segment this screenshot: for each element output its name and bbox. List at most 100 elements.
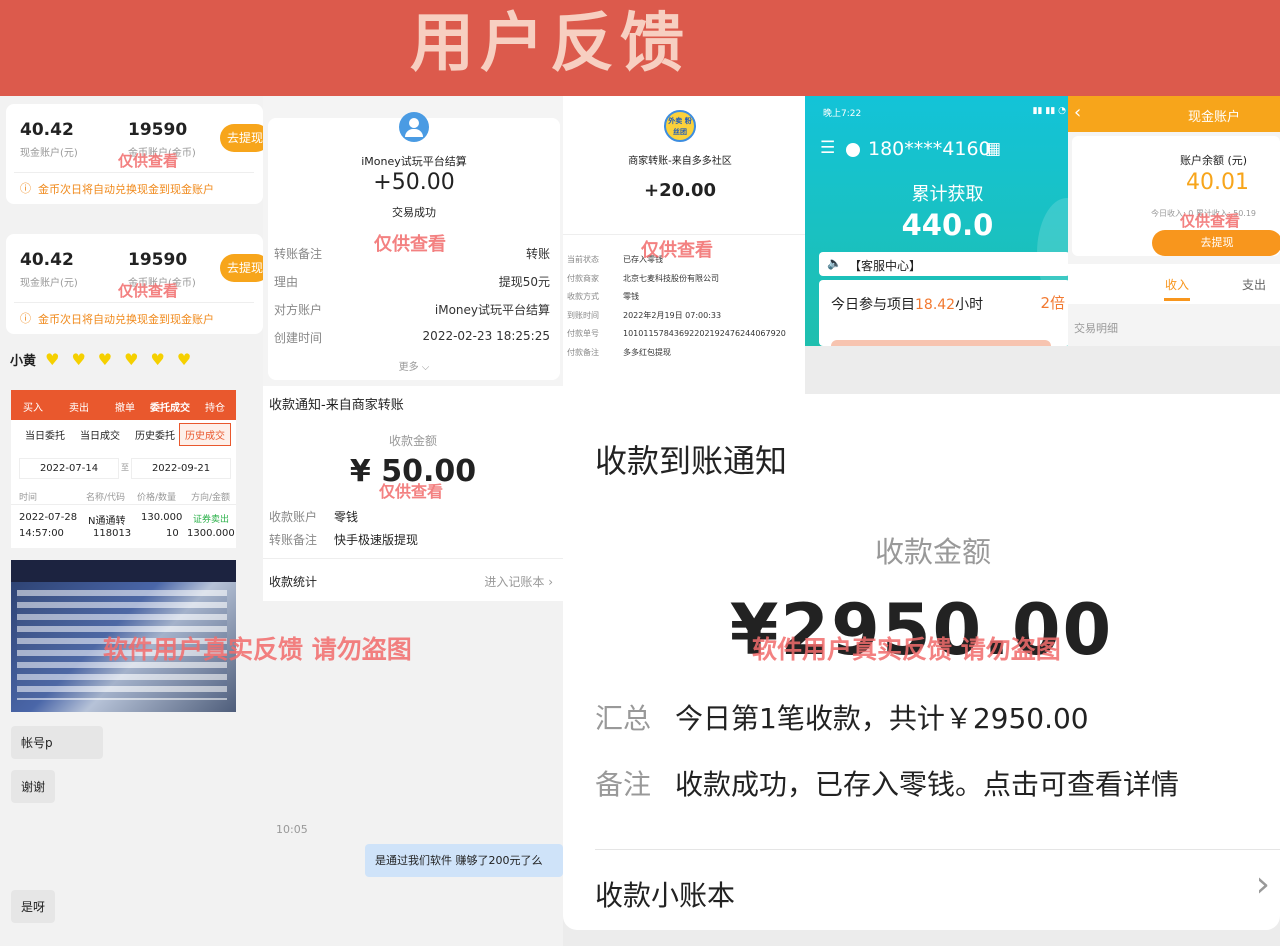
date-separator: 至 <box>121 463 129 472</box>
tab-sell[interactable]: 卖出 <box>69 399 89 414</box>
row-label: 收款账户 <box>269 510 318 524</box>
imoney-amount: +50.00 <box>373 170 455 195</box>
merchant-labels: 当前状态 付款商家 收款方式 到账时间 付款单号 付款备注 <box>567 251 599 362</box>
note-label: 备注 <box>595 768 652 801</box>
row-label: 转账备注 <box>269 533 318 547</box>
big-receipt-title: 收款到账通知 <box>595 442 788 480</box>
earned-label: 累计获取 <box>911 184 984 205</box>
tab-holdings[interactable]: 持仓 <box>205 399 225 414</box>
withdraw-button[interactable]: 去提现 <box>1152 230 1280 256</box>
merchant-panel: 外卖 粉丝团 商家转账-来自多多社区 +20.00 当前状态 付款商家 收款方式… <box>563 96 805 394</box>
subtab-history-deals[interactable]: 历史成交 <box>179 423 231 446</box>
phone-panel: 晚上7:22 ▮▮ ▮▮ ◔ ☰ 180****4160 ▦ 累计获取 440.… <box>805 96 1070 346</box>
cash-label: 现金账户(元) <box>20 278 78 289</box>
divider <box>14 302 254 303</box>
subtab-today-orders[interactable]: 当日委托 <box>25 427 65 442</box>
info-icon: ⓘ <box>20 312 31 325</box>
chat-header: 小黄 ♥♥♥♥♥♥ <box>10 350 260 376</box>
cash-label: 现金账户(元) <box>20 148 78 159</box>
chat-bubble-thanks: 谢谢 <box>11 770 56 803</box>
tab-expense[interactable]: 支出 <box>1242 276 1266 293</box>
contact-name: 小黄 <box>10 354 37 369</box>
back-icon[interactable]: ‹ <box>1074 102 1081 123</box>
divider <box>14 172 254 173</box>
coin-tip: 金币次日将自动兑换现金到现金账户 <box>38 313 214 326</box>
watermark: 仅供查看 <box>374 234 446 255</box>
balance-label: 账户余额 (元) <box>1180 154 1248 167</box>
row-label: 转账备注 <box>274 247 323 261</box>
divider <box>263 558 563 559</box>
watermark-long: 软件用户真实反馈 请勿盗图 <box>752 635 1061 664</box>
cash-title: 现金账户 <box>1188 110 1241 125</box>
avatar <box>399 112 429 142</box>
row-date: 2022-07-28 <box>19 512 78 523</box>
watermark: 仅供查看 <box>118 152 179 170</box>
row-label: 付款备注 <box>567 347 599 357</box>
row-value: 多多红包提现 <box>623 347 671 357</box>
transaction-detail-label: 交易明细 <box>1074 322 1118 335</box>
imoney-status: 交易成功 <box>392 206 436 219</box>
receipt-small-card: 收款通知-来自商家转账 收款金额 ¥ 50.00 收款账户 零钱 转账备注 快手… <box>263 386 563 601</box>
user-icon <box>846 143 860 157</box>
col-name: 名称/代码 <box>86 493 126 503</box>
heart-icon: ♥♥♥♥♥♥ <box>45 350 204 369</box>
row-value: 零钱 <box>623 292 639 301</box>
row-label: 付款商家 <box>567 273 599 283</box>
row-value: 转账 <box>525 247 550 261</box>
divider <box>563 234 805 235</box>
cash-value: 40.42 <box>20 250 74 270</box>
multiplier: 2倍 <box>1040 294 1065 312</box>
row-value: 提现50元 <box>498 275 550 289</box>
watermark: 仅供查看 <box>641 240 713 261</box>
row-name: N通通转 <box>88 516 126 527</box>
date-from[interactable]: 2022-07-14 <box>19 458 119 479</box>
summary-label: 汇总 <box>595 702 652 735</box>
tab-cancel[interactable]: 撤单 <box>115 399 135 414</box>
service-bar[interactable]: 🔈 【客服中心】 <box>819 252 1070 276</box>
divider <box>11 504 236 505</box>
row-label: 收款方式 <box>567 292 599 301</box>
row-amount: 1300.000 <box>187 528 235 539</box>
date-to[interactable]: 2022-09-21 <box>131 458 231 479</box>
row-label: 创建时间 <box>274 331 323 345</box>
chevron-right-icon[interactable]: › <box>1256 864 1270 905</box>
subtab-history-orders[interactable]: 历史委托 <box>135 427 175 442</box>
subtab-today-deals[interactable]: 当日成交 <box>80 427 120 442</box>
summary-value: 今日第1笔收款，共计￥2950.00 <box>675 702 1089 735</box>
merchant-logo: 外卖 粉丝团 <box>664 110 696 142</box>
watermark: 仅供查看 <box>379 482 444 501</box>
row-label: 理由 <box>274 275 299 289</box>
ledger-label[interactable]: 收款小账本 <box>595 874 735 914</box>
signal-icon: ▮▮ ▮▮ ◔ <box>1032 106 1066 116</box>
taskbar <box>11 560 236 582</box>
col-price: 价格/数量 <box>137 493 177 503</box>
today-label: 今日参与项目18.42小时 <box>831 297 984 313</box>
avatar-body <box>405 129 423 137</box>
imoney-title: iMoney试玩平台结算 <box>361 155 467 168</box>
ledger-link[interactable]: 进入记账本 › <box>484 573 553 590</box>
cash-header: ‹ 现金账户 <box>1068 96 1280 132</box>
tab-buy[interactable]: 买入 <box>23 399 43 414</box>
qr-code-icon[interactable]: ▦ <box>985 139 1001 159</box>
row-label: 对方账户 <box>274 303 323 317</box>
divider <box>595 849 1280 850</box>
stock-tabs: 买入 卖出 撤单 委托成交 持仓 <box>11 390 236 420</box>
menu-icon[interactable]: ☰ <box>820 138 835 158</box>
chevron-down-icon: ⌵ <box>421 362 430 373</box>
row-time: 14:57:00 <box>19 528 64 539</box>
tab-income[interactable]: 收入 <box>1165 276 1189 293</box>
coin-tip: 金币次日将自动兑换现金到现金账户 <box>38 183 214 196</box>
stock-screen: 买入 卖出 撤单 委托成交 持仓 当日委托 当日成交 历史委托 历史成交 202… <box>11 390 236 548</box>
row-price: 130.000 <box>141 512 183 523</box>
imoney-panel: iMoney试玩平台结算 +50.00 交易成功 转账备注 转账 理由 提现50… <box>263 96 563 601</box>
tab-orders[interactable]: 委托成交 <box>150 399 190 414</box>
status-time: 晚上7:22 <box>823 109 862 119</box>
more-link[interactable]: 更多 ⌵ <box>268 358 560 373</box>
row-label: 当前状态 <box>567 255 599 264</box>
gold-card: 40.42 现金账户(元) 19590 金币账户(金币) 去提现 ⓘ 金币次日将… <box>6 234 270 334</box>
amount-label: 收款金额 <box>388 434 437 448</box>
row-value: 2022-02-23 18:25:25 <box>422 329 550 343</box>
row-label: 到账时间 <box>567 310 599 320</box>
merchant-values: 已存入零钱 北京七麦科技股份有限公司 零钱 2022年2月19日 07:00:3… <box>623 251 786 362</box>
row-label: 付款单号 <box>567 329 599 338</box>
